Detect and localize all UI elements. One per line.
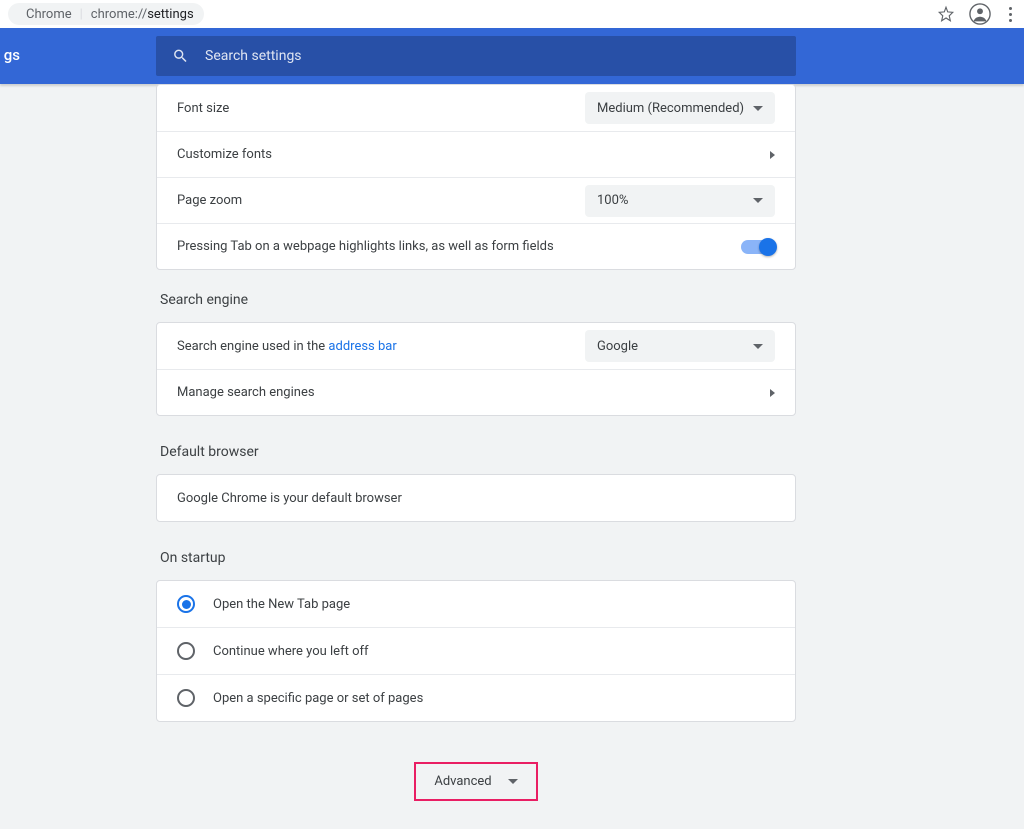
radio-selected-icon[interactable] (177, 595, 195, 613)
search-engine-section-title: Search engine (156, 292, 796, 308)
omnibox-url: chrome://settings (91, 7, 194, 22)
tab-highlight-toggle[interactable] (741, 240, 775, 254)
bookmark-star-icon[interactable] (937, 5, 955, 23)
manage-search-engines-label: Manage search engines (177, 385, 315, 400)
search-engine-card: Search engine used in the address bar Go… (156, 322, 796, 416)
chevron-right-icon (770, 151, 775, 159)
profile-icon[interactable] (969, 3, 991, 25)
chevron-down-icon (508, 779, 518, 784)
chevron-down-icon (753, 198, 763, 203)
address-bar-link[interactable]: address bar (328, 339, 396, 354)
startup-option-specific[interactable]: Open a specific page or set of pages (157, 675, 795, 721)
chevron-down-icon (753, 106, 763, 111)
customize-fonts-label: Customize fonts (177, 147, 272, 162)
settings-content: Font size Medium (Recommended) Customize… (156, 84, 796, 801)
omnibox-app-name: Chrome (26, 7, 72, 22)
startup-option-label: Continue where you left off (213, 644, 369, 659)
page-zoom-value: 100% (597, 193, 628, 208)
advanced-button-wrap: Advanced (156, 762, 796, 801)
settings-search-input[interactable] (205, 48, 780, 64)
settings-header: gs (0, 28, 1024, 84)
chevron-down-icon (753, 344, 763, 349)
radio-unselected-icon[interactable] (177, 689, 195, 707)
font-size-value: Medium (Recommended) (597, 101, 744, 116)
search-engine-select[interactable]: Google (585, 330, 775, 362)
startup-option-label: Open a specific page or set of pages (213, 691, 423, 706)
browser-address-bar: Chrome | chrome://settings (0, 0, 1024, 28)
search-icon (172, 47, 189, 65)
font-size-select[interactable]: Medium (Recommended) (585, 92, 775, 124)
page-zoom-row: Page zoom 100% (157, 177, 795, 223)
tab-highlight-row: Pressing Tab on a webpage highlights lin… (157, 223, 795, 269)
font-size-label: Font size (177, 101, 229, 116)
default-browser-section-title: Default browser (156, 444, 796, 460)
manage-search-engines-row[interactable]: Manage search engines (157, 369, 795, 415)
startup-card: Open the New Tab page Continue where you… (156, 580, 796, 722)
startup-section-title: On startup (156, 550, 796, 566)
chevron-right-icon (770, 389, 775, 397)
page-zoom-select[interactable]: 100% (585, 185, 775, 217)
omnibox[interactable]: Chrome | chrome://settings (8, 3, 204, 25)
startup-option-new-tab[interactable]: Open the New Tab page (157, 581, 795, 627)
advanced-toggle-button[interactable]: Advanced (414, 762, 537, 801)
tab-highlight-label: Pressing Tab on a webpage highlights lin… (177, 239, 554, 254)
search-engine-used-label: Search engine used in the address bar (177, 339, 397, 354)
customize-fonts-row[interactable]: Customize fonts (157, 131, 795, 177)
default-browser-card: Google Chrome is your default browser (156, 474, 796, 522)
default-browser-row: Google Chrome is your default browser (157, 475, 795, 521)
radio-unselected-icon[interactable] (177, 642, 195, 660)
startup-option-label: Open the New Tab page (213, 597, 350, 612)
font-size-row: Font size Medium (Recommended) (157, 85, 795, 131)
startup-option-continue[interactable]: Continue where you left off (157, 628, 795, 674)
appearance-card: Font size Medium (Recommended) Customize… (156, 84, 796, 270)
default-browser-message: Google Chrome is your default browser (177, 491, 402, 506)
omnibox-divider: | (80, 7, 83, 22)
search-engine-value: Google (597, 339, 638, 354)
kebab-menu-icon[interactable] (1005, 5, 1016, 24)
page-zoom-label: Page zoom (177, 193, 242, 208)
advanced-label: Advanced (434, 774, 491, 789)
settings-search-box[interactable] (156, 36, 796, 76)
search-engine-used-row: Search engine used in the address bar Go… (157, 323, 795, 369)
